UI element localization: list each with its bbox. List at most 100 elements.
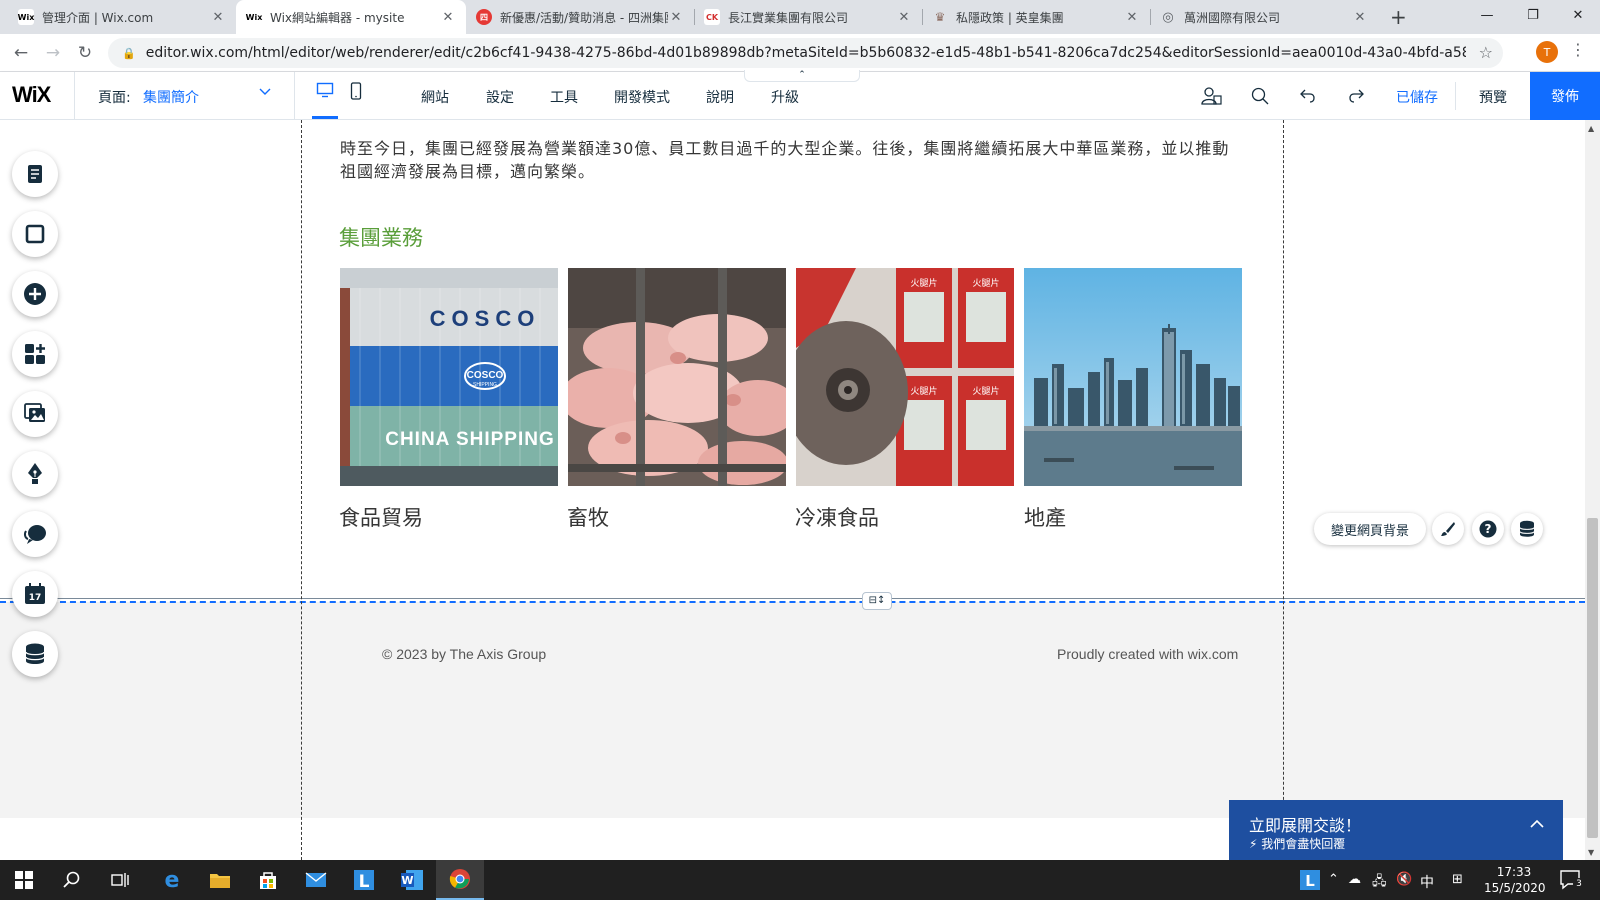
mail-icon[interactable] [292, 860, 340, 900]
task-view-icon[interactable] [96, 860, 144, 900]
tab-title: Wix網站編輯器 - mysite [270, 10, 405, 25]
ime-language[interactable]: 中 [1420, 872, 1434, 892]
onedrive-cloud-icon[interactable]: ☁ [1348, 872, 1361, 887]
browser-menu-icon[interactable]: ⋮ [1570, 40, 1586, 59]
browser-tab-5[interactable]: ♛ 私隱政策 | 英皇集團 ✕ [922, 0, 1150, 34]
business-heading[interactable]: 集團業務 [339, 222, 423, 252]
profile-avatar[interactable]: T [1536, 41, 1558, 63]
chrome-app-icon[interactable] [436, 860, 484, 900]
business-image-real-estate[interactable] [1024, 268, 1242, 486]
close-window-icon[interactable]: ✕ [1555, 0, 1600, 30]
business-image-frozen-food[interactable]: 火腿片 火腿片 火腿片 火腿片 [796, 268, 1014, 486]
edge-browser-icon[interactable]: e [148, 860, 196, 900]
tab-title: 管理介面 | Wix.com [42, 10, 154, 25]
browser-tab-1[interactable]: Wix 管理介面 | Wix.com ✕ [8, 0, 236, 34]
scroll-up-icon[interactable]: ▲ [1588, 124, 1594, 133]
tab-close-icon[interactable]: ✕ [668, 10, 684, 25]
design-brush-icon[interactable] [1432, 513, 1464, 545]
volume-muted-icon[interactable]: 🔇 [1396, 872, 1412, 887]
section-resize-handle[interactable]: ⊟↕ [862, 592, 892, 610]
search-icon[interactable] [48, 860, 96, 900]
footer-section[interactable] [0, 602, 1585, 818]
clock[interactable]: 17:33 15/5/2020 [1484, 864, 1546, 896]
container-text-mid-sub: SHIPPING [473, 382, 497, 388]
windows-start-icon[interactable] [0, 860, 48, 900]
business-label-food-trade[interactable]: 食品貿易 [339, 502, 423, 532]
media-button[interactable] [12, 391, 58, 437]
ime-mode-icon[interactable]: ⊞ [1452, 872, 1463, 887]
line-tray-icon[interactable]: L [1298, 860, 1322, 900]
menu-upgrade[interactable]: 升級 [771, 87, 799, 107]
business-image-livestock[interactable] [568, 268, 786, 486]
collapse-topbar-handle[interactable]: ⌃ [744, 70, 860, 82]
network-icon[interactable]: 🖧 [1372, 872, 1387, 894]
wix-logo[interactable]: WiX [12, 82, 51, 108]
scrollbar-thumb[interactable] [1587, 518, 1598, 838]
tab-close-icon[interactable]: ✕ [210, 10, 226, 25]
tab-close-icon[interactable]: ✕ [1352, 10, 1368, 25]
browser-tab-2-active[interactable]: Wix Wix網站編輯器 - mysite ✕ [236, 0, 466, 34]
help-question-icon[interactable]: ? [1472, 513, 1504, 545]
restore-window-icon[interactable]: ❐ [1510, 0, 1556, 30]
url-bar[interactable]: 🔒 editor.wix.com/html/editor/web/rendere… [108, 38, 1503, 68]
tab-close-icon[interactable]: ✕ [1124, 10, 1140, 25]
page-selector[interactable]: 集團簡介 [143, 87, 199, 107]
browser-tab-6[interactable]: ◎ 萬洲國際有限公司 ✕ [1150, 0, 1378, 34]
minimize-window-icon[interactable]: — [1464, 0, 1510, 30]
collaborators-icon[interactable] [1200, 84, 1224, 108]
scroll-down-icon[interactable]: ▼ [1588, 848, 1594, 857]
business-image-food-trade[interactable]: COSCO COSCO SHIPPING CHINA SHIPPING [340, 268, 558, 486]
menu-tools[interactable]: 工具 [550, 87, 578, 107]
back-arrow-icon[interactable]: ← [8, 40, 34, 66]
add-elements-button[interactable] [12, 271, 58, 317]
line-app-icon[interactable]: L [340, 860, 388, 900]
add-apps-button[interactable] [12, 331, 58, 377]
file-explorer-icon[interactable] [196, 860, 244, 900]
tray-chevron-up-icon[interactable]: ⌃ [1328, 872, 1339, 887]
chevron-down-icon[interactable] [258, 84, 272, 102]
undo-icon[interactable] [1296, 84, 1320, 108]
chat-widget[interactable]: 立即展開交談！ ⚡ 我們會盡快回覆 [1229, 800, 1563, 860]
change-background-button[interactable]: 變更網頁背景 [1314, 513, 1426, 545]
footer-credit[interactable]: Proudly created with wix.com [1057, 646, 1238, 662]
menu-settings[interactable]: 設定 [486, 87, 514, 107]
browser-tab-3[interactable]: 四 新優惠/活動/贊助消息 - 四洲集團 ✕ [466, 0, 694, 34]
chat-button[interactable] [12, 511, 58, 557]
footer-copyright[interactable]: © 2023 by The Axis Group [382, 646, 546, 662]
tab-close-icon[interactable]: ✕ [896, 10, 912, 25]
publish-button[interactable]: 發佈 [1530, 72, 1600, 120]
notifications-icon[interactable]: 3 [1560, 870, 1585, 890]
intro-paragraph[interactable]: 時至今日，集團已經發展為營業額達30億、員工數目過千的大型企業。往後，集團將繼續… [340, 137, 1245, 183]
business-label-livestock[interactable]: 畜牧 [567, 502, 609, 532]
forward-arrow-icon[interactable]: → [40, 40, 66, 66]
database-button[interactable] [12, 631, 58, 677]
menu-help[interactable]: 說明 [706, 87, 734, 107]
footer-boundary-line[interactable] [0, 601, 1585, 603]
calendar-bookings-button[interactable]: 17 [12, 571, 58, 617]
word-app-icon[interactable]: W [388, 860, 436, 900]
tab-close-icon[interactable]: ✕ [440, 10, 456, 25]
desktop-view-icon[interactable] [314, 82, 336, 104]
bookmark-star-icon[interactable]: ☆ [1479, 43, 1493, 62]
store-icon[interactable] [244, 860, 292, 900]
pages-menu-button[interactable] [12, 151, 58, 197]
preview-button[interactable]: 預覽 [1479, 87, 1507, 107]
editor-canvas[interactable]: 時至今日，集團已經發展為營業額達30億、員工數目過千的大型企業。往後，集團將繼續… [0, 120, 1585, 860]
layers-database-icon[interactable] [1511, 513, 1543, 545]
business-label-real-estate[interactable]: 地產 [1024, 502, 1066, 532]
reload-icon[interactable]: ↻ [72, 40, 98, 66]
saved-status[interactable]: 已儲存 [1396, 87, 1438, 107]
background-button[interactable] [12, 211, 58, 257]
new-tab-button[interactable]: + [1390, 5, 1407, 29]
divider [1455, 82, 1456, 110]
browser-tab-4[interactable]: CK 長江實業集團有限公司 ✕ [694, 0, 922, 34]
menu-dev-mode[interactable]: 開發模式 [614, 87, 670, 107]
blog-pen-button[interactable] [12, 451, 58, 497]
zoom-icon[interactable] [1248, 84, 1272, 108]
chevron-up-icon[interactable] [1529, 816, 1545, 836]
menu-site[interactable]: 網站 [421, 87, 449, 107]
chat-title: 立即展開交談！ [1249, 816, 1362, 835]
business-label-frozen-food[interactable]: 冷凍食品 [795, 502, 879, 532]
redo-icon[interactable] [1344, 84, 1368, 108]
mobile-view-icon[interactable] [348, 82, 364, 104]
